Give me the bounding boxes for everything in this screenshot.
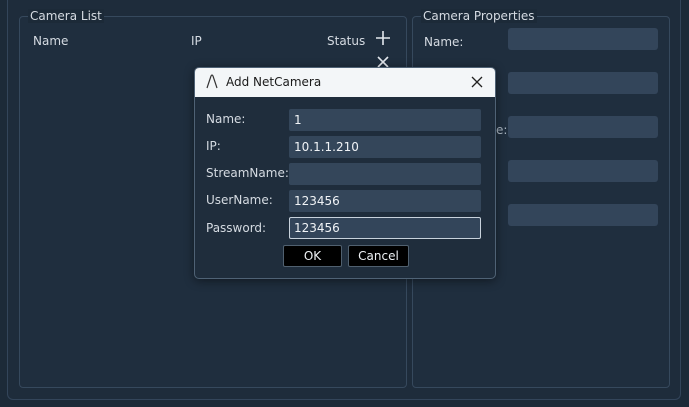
ip-field[interactable] bbox=[289, 136, 481, 158]
user-name-field[interactable] bbox=[289, 190, 481, 212]
column-header-ip[interactable]: IP bbox=[191, 34, 202, 48]
property-field-4[interactable] bbox=[508, 160, 658, 182]
property-field-2[interactable] bbox=[508, 72, 658, 94]
property-field-3[interactable] bbox=[508, 116, 658, 138]
dialog-title: Add NetCamera bbox=[226, 75, 322, 89]
password-field[interactable] bbox=[289, 217, 481, 239]
property-name-label: Name: bbox=[424, 35, 464, 49]
property-partial-label: e: bbox=[496, 123, 508, 137]
add-netcamera-dialog: Add NetCamera Name: IP: StreamName: User… bbox=[194, 67, 496, 279]
property-field-5[interactable] bbox=[508, 204, 658, 226]
stream-name-field[interactable] bbox=[289, 163, 481, 185]
stream-name-label: StreamName: bbox=[206, 166, 289, 180]
name-label: Name: bbox=[206, 112, 246, 126]
ok-button[interactable]: OK bbox=[283, 245, 342, 267]
ip-label: IP: bbox=[206, 139, 221, 153]
column-header-name[interactable]: Name bbox=[33, 34, 68, 48]
user-name-label: UserName: bbox=[206, 193, 273, 207]
plus-icon[interactable] bbox=[374, 29, 392, 47]
dialog-titlebar[interactable]: Add NetCamera bbox=[195, 68, 495, 97]
camera-properties-title: Camera Properties bbox=[421, 9, 537, 23]
close-icon[interactable] bbox=[467, 71, 487, 93]
name-field[interactable] bbox=[289, 109, 481, 131]
property-name-field[interactable] bbox=[508, 28, 658, 50]
app-logo-icon bbox=[205, 73, 219, 91]
password-label: Password: bbox=[206, 221, 267, 235]
camera-list-title: Camera List bbox=[28, 9, 104, 23]
cancel-button[interactable]: Cancel bbox=[348, 245, 409, 267]
column-header-status[interactable]: Status bbox=[327, 34, 365, 48]
